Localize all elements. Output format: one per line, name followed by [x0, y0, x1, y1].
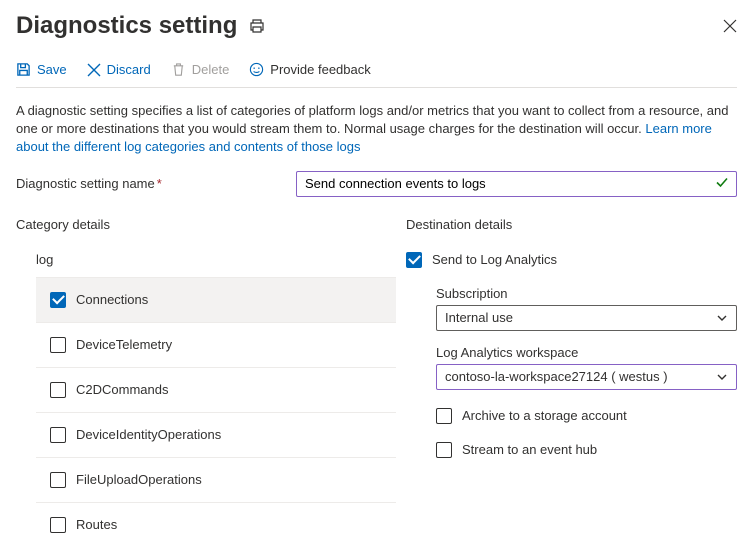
category-file-upload-operations[interactable]: FileUploadOperations: [36, 458, 396, 503]
category-details-title: Category details: [16, 217, 396, 232]
category-routes[interactable]: Routes: [36, 503, 396, 547]
save-button[interactable]: Save: [16, 62, 67, 77]
setting-name-label: Diagnostic setting name*: [16, 176, 296, 191]
category-connections[interactable]: Connections: [36, 278, 396, 323]
stream-event-hub-checkbox[interactable]: Stream to an event hub: [436, 442, 737, 458]
checkbox-icon[interactable]: [50, 517, 66, 533]
delete-label: Delete: [192, 62, 230, 77]
checkbox-icon[interactable]: [50, 472, 66, 488]
chevron-down-icon: [716, 371, 728, 383]
category-device-telemetry[interactable]: DeviceTelemetry: [36, 323, 396, 368]
feedback-button[interactable]: Provide feedback: [249, 62, 370, 77]
subscription-dropdown[interactable]: Internal use: [436, 305, 737, 331]
archive-storage-checkbox[interactable]: Archive to a storage account: [436, 408, 737, 424]
checkbox-icon[interactable]: [50, 427, 66, 443]
send-log-analytics-label: Send to Log Analytics: [432, 252, 557, 267]
category-label: DeviceTelemetry: [76, 337, 172, 352]
workspace-value: contoso-la-workspace27124 ( westus ): [445, 369, 668, 384]
checkbox-icon[interactable]: [50, 292, 66, 308]
category-label: C2DCommands: [76, 382, 168, 397]
page-title: Diagnostics setting: [16, 12, 237, 40]
workspace-label: Log Analytics workspace: [436, 345, 737, 360]
category-label: Routes: [76, 517, 117, 532]
discard-button[interactable]: Discard: [87, 62, 151, 77]
send-log-analytics-checkbox[interactable]: Send to Log Analytics: [406, 252, 737, 268]
save-label: Save: [37, 62, 67, 77]
feedback-label: Provide feedback: [270, 62, 370, 77]
checkbox-icon[interactable]: [406, 252, 422, 268]
category-label: DeviceIdentityOperations: [76, 427, 221, 442]
category-c2d-commands[interactable]: C2DCommands: [36, 368, 396, 413]
check-icon: [715, 175, 729, 192]
required-indicator: *: [157, 176, 162, 191]
setting-name-input[interactable]: [296, 171, 737, 197]
log-group-label: log: [36, 252, 396, 267]
checkbox-icon[interactable]: [436, 408, 452, 424]
checkbox-icon[interactable]: [50, 382, 66, 398]
destination-details-title: Destination details: [406, 217, 737, 232]
category-device-identity-operations[interactable]: DeviceIdentityOperations: [36, 413, 396, 458]
discard-label: Discard: [107, 62, 151, 77]
category-label: FileUploadOperations: [76, 472, 202, 487]
checkbox-icon[interactable]: [50, 337, 66, 353]
delete-button: Delete: [171, 62, 230, 77]
category-label: Connections: [76, 292, 148, 307]
checkbox-icon[interactable]: [436, 442, 452, 458]
subscription-label: Subscription: [436, 286, 737, 301]
stream-event-hub-label: Stream to an event hub: [462, 442, 597, 457]
printer-icon[interactable]: [249, 18, 265, 34]
workspace-dropdown[interactable]: contoso-la-workspace27124 ( westus ): [436, 364, 737, 390]
archive-storage-label: Archive to a storage account: [462, 408, 627, 423]
close-icon[interactable]: [723, 19, 737, 33]
description-text: A diagnostic setting specifies a list of…: [16, 102, 737, 157]
subscription-value: Internal use: [445, 310, 513, 325]
category-list: Connections DeviceTelemetry C2DCommands …: [36, 277, 396, 547]
chevron-down-icon: [716, 312, 728, 324]
toolbar: Save Discard Delete Provide feedback: [16, 56, 737, 88]
